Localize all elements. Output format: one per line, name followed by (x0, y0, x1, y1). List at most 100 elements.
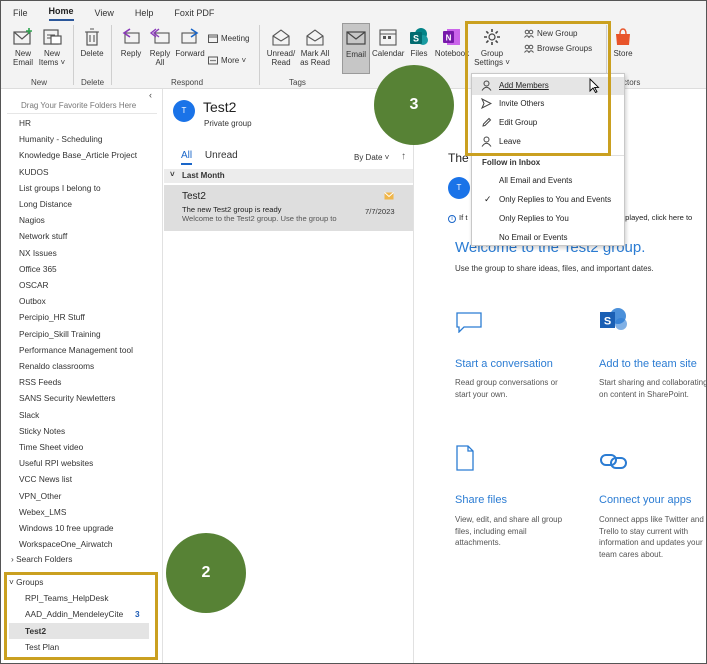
checkmark-icon: ✓ (484, 194, 492, 204)
new-email-button[interactable]: New Email (7, 27, 39, 67)
svg-text:S: S (604, 316, 611, 328)
onenote-icon: N (443, 29, 460, 45)
folder-item[interactable]: Slack (19, 410, 39, 420)
start-conversation-link[interactable]: Start a conversation (455, 358, 553, 370)
filter-tabs: All Unread (181, 150, 238, 165)
new-email-icon (13, 28, 32, 45)
folder-item[interactable]: Performance Management tool (19, 345, 133, 355)
menu-tab-file[interactable]: File (13, 8, 28, 21)
folder-item[interactable]: RSS Feeds (19, 377, 61, 387)
message-row[interactable]: Test2 The new Test2 group is ready Welco… (164, 185, 413, 231)
file-icon (456, 445, 474, 471)
folder-item[interactable]: NX Issues (19, 248, 57, 258)
meeting-button[interactable]: Meeting (208, 34, 249, 43)
collapse-pane-button[interactable]: ‹ (149, 90, 152, 100)
mark-all-read-icon (306, 29, 324, 46)
link-icon (600, 454, 627, 469)
start-conversation-desc: Read group conversations or start your o… (455, 378, 558, 399)
folder-item[interactable]: Windows 10 free upgrade (19, 523, 114, 533)
share-files-link[interactable]: Share files (455, 494, 507, 506)
folder-item[interactable]: Webex_LMS (19, 507, 66, 517)
add-team-site-link[interactable]: Add to the team site (599, 358, 697, 370)
message-date: 7/7/2023 (365, 207, 395, 216)
menu-tab-view[interactable]: View (95, 8, 114, 21)
folder-item[interactable]: Percipio_HR Stuff (19, 312, 85, 322)
email-app-button[interactable]: Email (342, 23, 370, 74)
group-avatar: T (173, 100, 195, 122)
group-title: Test2 (203, 99, 237, 115)
info-icon: i (448, 215, 456, 223)
follow-option-all-email-events[interactable]: All Email and Events (472, 172, 624, 190)
reply-icon (122, 28, 140, 44)
folder-item[interactable]: Sticky Notes (19, 426, 65, 436)
chevron-right-icon: › (11, 554, 14, 564)
folder-item[interactable]: Time Sheet video (19, 442, 83, 452)
folder-item[interactable]: OSCAR (19, 280, 49, 290)
folder-item[interactable]: HR (19, 118, 31, 128)
group-privacy-label: Private group (204, 119, 252, 128)
reply-all-button[interactable]: Reply All (146, 27, 174, 67)
tab-unread[interactable]: Unread (205, 150, 238, 161)
folder-item[interactable]: VCC News list (19, 474, 72, 484)
more-respond-button[interactable]: More ˅ (208, 56, 246, 65)
reply-all-icon (149, 28, 170, 44)
welcome-subheading: Use the group to share ideas, files, and… (455, 264, 654, 273)
svg-text:N: N (446, 34, 452, 43)
calendar-icon (379, 29, 397, 46)
delete-button[interactable]: Delete (77, 27, 107, 58)
folder-item[interactable]: Outbox (19, 296, 46, 306)
favorites-drop-hint: Drag Your Favorite Folders Here (21, 101, 137, 110)
sort-by-dropdown[interactable]: By Date ˅ (354, 153, 389, 162)
store-icon (616, 28, 630, 45)
files-app-button[interactable]: S Files (405, 27, 433, 58)
folder-item[interactable]: WorkspaceOne_Airwatch (19, 539, 112, 549)
folder-item[interactable]: Humanity - Scheduling (19, 134, 102, 144)
folder-item[interactable]: Office 365 (19, 264, 57, 274)
tab-all[interactable]: All (181, 150, 193, 165)
forward-icon (181, 28, 199, 44)
email-icon (346, 31, 366, 45)
folder-item[interactable]: List groups I belong to (19, 183, 101, 193)
folder-item[interactable]: SANS Security Newletters (19, 393, 115, 403)
folder-item[interactable]: KUDOS (19, 167, 49, 177)
menu-tab-home[interactable]: Home (48, 6, 74, 21)
connect-apps-link[interactable]: Connect your apps (599, 494, 691, 506)
reply-button[interactable]: Reply (117, 27, 145, 58)
mark-all-read-button[interactable]: Mark All as Read (298, 27, 332, 67)
folder-item[interactable]: VPN_Other (19, 491, 61, 501)
folder-item[interactable]: Network stuff (19, 231, 67, 241)
follow-option-replies-and-events[interactable]: ✓ Only Replies to You and Events (472, 191, 624, 209)
calendar-app-button[interactable]: Calendar (372, 27, 404, 58)
folder-item[interactable]: Knowledge Base_Article Project (19, 150, 137, 160)
folder-item[interactable]: Nagios (19, 215, 45, 225)
envelope-open-icon (272, 29, 290, 46)
menu-tab-foxit-pdf[interactable]: Foxit PDF (174, 8, 214, 21)
nav-divider (7, 113, 157, 114)
folder-item[interactable]: Long Distance (19, 199, 72, 209)
unread-read-button[interactable]: Unread/Read (264, 27, 298, 67)
forward-button[interactable]: Forward (174, 27, 206, 58)
message-sender: Test2 (182, 191, 206, 202)
sort-direction-arrow-icon[interactable]: ↑ (401, 151, 406, 162)
meeting-icon (208, 34, 218, 43)
sharepoint-icon: S (600, 308, 627, 330)
menu-tab-help[interactable]: Help (135, 8, 154, 21)
search-folders-item[interactable]: › Search Folders (11, 554, 72, 564)
message-subject: The new Test2 group is ready (182, 205, 282, 214)
ribbon-group-tags-label: Tags (289, 78, 306, 87)
ribbon-group-respond-label: Respond (171, 78, 204, 87)
folder-item[interactable]: Percipio_Skill Training (19, 329, 101, 339)
folder-item[interactable]: Useful RPI websites (19, 458, 93, 468)
ribbon-separator (73, 25, 74, 85)
follow-option-only-replies[interactable]: Only Replies to You (472, 210, 624, 228)
store-button[interactable]: Store (609, 27, 637, 58)
conversation-icon (456, 312, 482, 333)
new-items-button[interactable]: New Items ˅ (37, 27, 67, 67)
trash-icon (85, 28, 99, 46)
envelope-icon (384, 192, 394, 200)
date-section-header[interactable]: ˅ Last Month (164, 169, 413, 183)
message-preview: Welcome to the Test2 group. Use the grou… (182, 214, 337, 223)
folder-item[interactable]: Renaldo classrooms (19, 361, 94, 371)
outlook-window: File Home View Help Foxit PDF New Email N… (0, 0, 707, 664)
follow-option-no-email[interactable]: No Email or Events (472, 229, 624, 247)
